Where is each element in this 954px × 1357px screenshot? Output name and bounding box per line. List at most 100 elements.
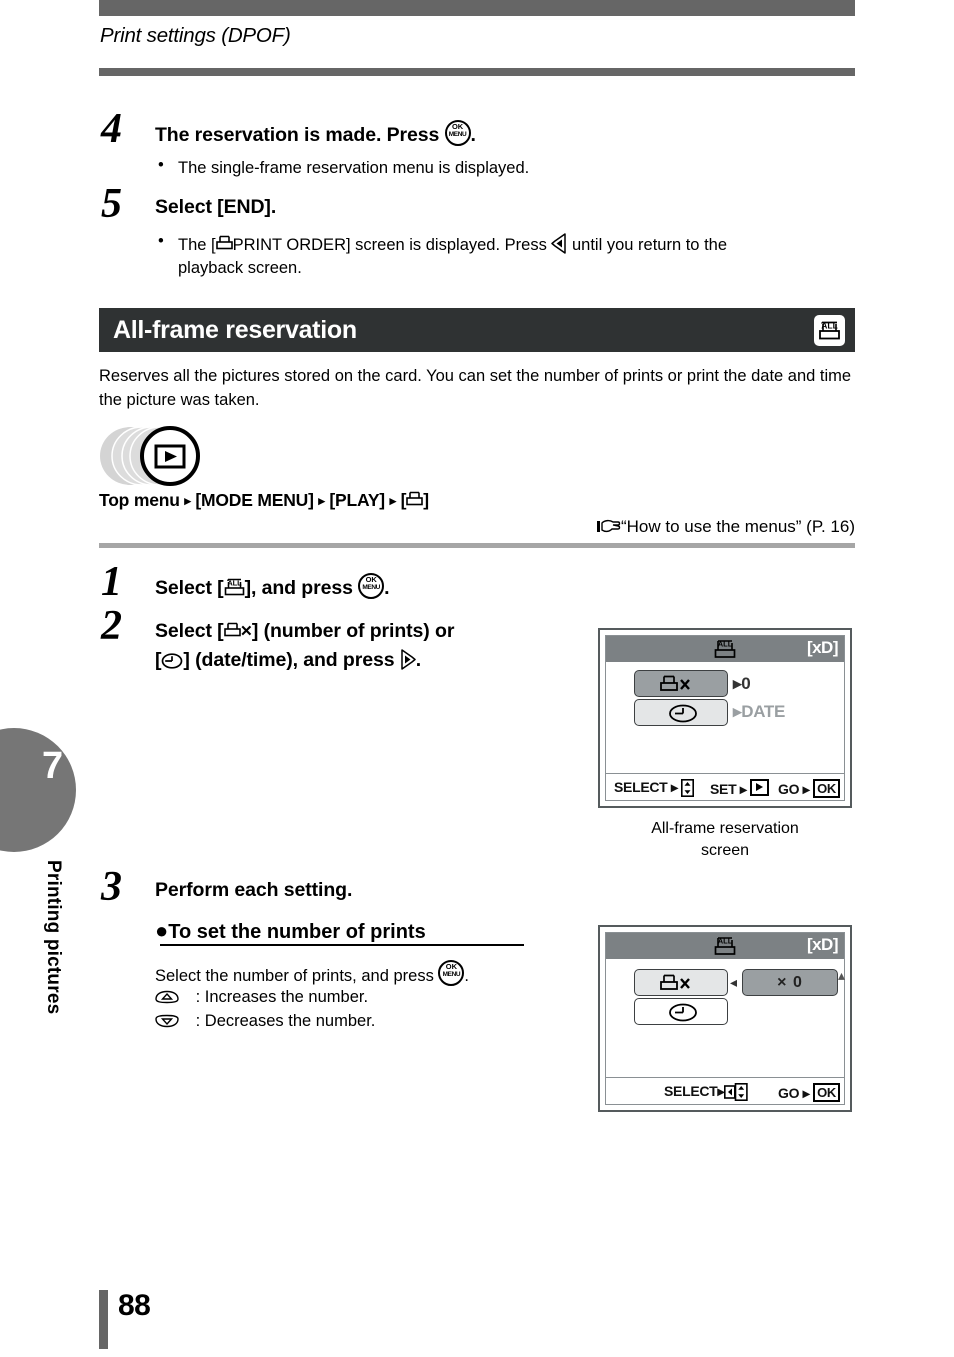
lcd2-row-prints-tab[interactable] <box>634 969 728 996</box>
lcd1-hint-set-label: SET <box>710 781 737 797</box>
step-5-bullet-part3: until you return to the <box>567 236 728 254</box>
chapter-label: Printing pictures <box>43 860 64 1015</box>
lcd-screen-all-frame-reservation: ALL [xD] ▸0 ▸DATE SELECT ▸ SET ▸ GO ▸ OK <box>598 628 852 808</box>
menu-path-sep-3: ▸ <box>389 493 397 508</box>
lcd-card-label-1: [xD] <box>806 638 839 657</box>
printer-x-icon <box>657 674 693 699</box>
step-number-3: 3 <box>101 864 122 910</box>
svg-text:ALL: ALL <box>718 937 733 946</box>
step-1-pre: Select [ <box>155 577 224 599</box>
menu-path-item-1: [MODE MENU] <box>195 490 314 510</box>
bullet-dot: • <box>158 156 164 174</box>
lcd1-hint-select: SELECT ▸ <box>614 779 695 797</box>
step-2-pre: Select [ <box>155 620 224 642</box>
step-3-body: Select the number of prints, and press O… <box>155 960 469 988</box>
subheading-bullet-icon: ● <box>155 918 169 943</box>
step-2-heading: Select [×] (number of prints) or[] (date… <box>155 617 555 675</box>
lcd-bottom-bar-1: SELECT ▸ SET ▸ GO ▸ OK <box>606 773 844 800</box>
step-number-5: 5 <box>101 181 122 227</box>
step-1-mid: ], and press <box>244 577 359 599</box>
menu-path-sep-2: ▸ <box>318 493 325 508</box>
lcd1-row-prints-tab[interactable] <box>634 670 728 697</box>
clock-date-icon <box>667 1003 699 1027</box>
lcd2-hint-go-arrow: ▸ <box>802 1085 810 1101</box>
right-arrow-pad-icon <box>400 649 416 670</box>
lcd1-row-date-caret: ▸ <box>733 702 742 721</box>
step-5-bullet-line2: playback screen. <box>178 259 302 277</box>
lcd1-hint-go-label: GO <box>778 781 800 797</box>
menu-reference-text: “How to use the menus” (P. 16) <box>620 517 855 536</box>
lcd1-hint-go-arrow: ▸ <box>802 781 810 797</box>
lcd2-hint-ok-key: OK <box>813 1083 841 1102</box>
step-number-4: 4 <box>101 106 122 152</box>
lcd-figure-1-caption: All-frame reservation screen <box>598 818 852 862</box>
lcd-top-bar-1: ALL [xD] <box>606 636 844 662</box>
step-4-heading-period: . <box>470 124 476 146</box>
lcd1-hint-go: GO ▸ OK <box>778 779 841 798</box>
page-number: 88 <box>118 1289 151 1322</box>
lcd2-value-text: × 0 <box>777 974 803 991</box>
lcd2-hint-go-label: GO <box>778 1085 800 1101</box>
step-2-line2-post: ] (date/time), and press <box>183 649 400 671</box>
lcd1-row-date-label: DATE <box>741 702 786 721</box>
left-arrow-pad-icon <box>551 233 567 254</box>
lcd2-value-box[interactable]: × 0 <box>742 969 838 996</box>
lcd2-hint-select-label: SELECT <box>664 1083 718 1099</box>
section-description: Reserves all the pictures stored on the … <box>99 367 852 409</box>
step-3-row-decrease: : Decreases the number. <box>155 1009 375 1033</box>
section-divider <box>99 543 855 548</box>
lcd1-hint-set-arrow: ▸ <box>739 781 747 797</box>
step-5-heading: Select [END]. <box>155 196 277 218</box>
updown-pad-icon <box>681 779 695 797</box>
svg-text:ALL: ALL <box>718 640 733 649</box>
step-3-body-post: . <box>464 967 469 985</box>
lcd1-row-prints-caret: ▸ <box>733 674 742 693</box>
lcd1-row-date-value: ▸DATE <box>733 702 785 722</box>
lcd2-row-date-tab[interactable] <box>634 998 728 1025</box>
menu-reference-line: “How to use the menus” (P. 16) <box>596 517 855 537</box>
step-3-subheading-rule <box>160 944 524 946</box>
step-3-row-increase: : Increases the number. <box>155 985 368 1009</box>
menu-path-sep-1: ▸ <box>184 493 191 508</box>
lcd1-hint-select-arrow: ▸ <box>671 779 678 795</box>
printer-all-icon: ALL <box>710 637 740 666</box>
lcd1-hint-set: SET ▸ <box>710 779 770 798</box>
step-5-bullet-part1: The [ <box>178 236 216 254</box>
lcd2-up-caret-icon: ▴ <box>838 967 846 983</box>
chapter-tab-circle <box>0 728 76 852</box>
step-4-bullet-text: The single-frame reservation menu is dis… <box>178 159 530 177</box>
step-3-row-increase-sep: : <box>195 988 201 1006</box>
lcd-inner-1: ALL [xD] ▸0 ▸DATE SELECT ▸ SET ▸ GO ▸ OK <box>605 635 845 801</box>
play-button-icon <box>750 779 770 796</box>
printer-icon <box>406 491 424 509</box>
section-title: All-frame reservation <box>113 316 357 344</box>
footer-rule <box>99 1290 108 1349</box>
lcd-card-label-2: [xD] <box>806 935 839 954</box>
step-1-post: . <box>384 577 390 599</box>
printer-icon <box>223 622 241 640</box>
down-arrow-pad-icon <box>155 1014 179 1028</box>
bullet-dot: • <box>158 232 164 250</box>
lcd1-hint-ok-key: OK <box>813 779 841 798</box>
step-number-1: 1 <box>101 559 122 605</box>
step-3-row-decrease-sep: : <box>195 1012 201 1030</box>
clock-date-icon <box>161 653 183 669</box>
page-header-title: Print settings (DPOF) <box>100 24 291 47</box>
header-rule-top <box>99 0 855 16</box>
lcd1-row-date-tab[interactable] <box>634 699 728 726</box>
step-2-post: ] (number of prints) or <box>251 620 455 642</box>
lcd-screen-number-of-prints: ALL [xD] ◂ × 0 ▴ SELECT▸ GO ▸ OK <box>598 925 852 1112</box>
step-3-subheading: ●To set the number of prints <box>155 918 426 944</box>
step-2-times: × <box>240 620 252 642</box>
step-3-subheading-text: To set the number of prints <box>168 921 426 943</box>
lcd1-row-prints-number: 0 <box>741 674 751 693</box>
step-1-heading: Select [ALL], and press OK MENU. <box>155 573 390 601</box>
leftupdown-pad-icon <box>724 1083 748 1101</box>
lcd2-hint-select: SELECT▸ <box>664 1083 748 1101</box>
lcd2-left-caret-icon: ◂ <box>730 974 738 990</box>
manual-page: Print settings (DPOF) 4 The reservation … <box>0 0 954 1357</box>
lcd2-hint-select-arrow: ▸ <box>717 1083 725 1099</box>
printer-icon <box>215 235 233 253</box>
step-number-2: 2 <box>101 603 122 649</box>
lcd-top-bar-2: ALL [xD] <box>606 933 844 959</box>
